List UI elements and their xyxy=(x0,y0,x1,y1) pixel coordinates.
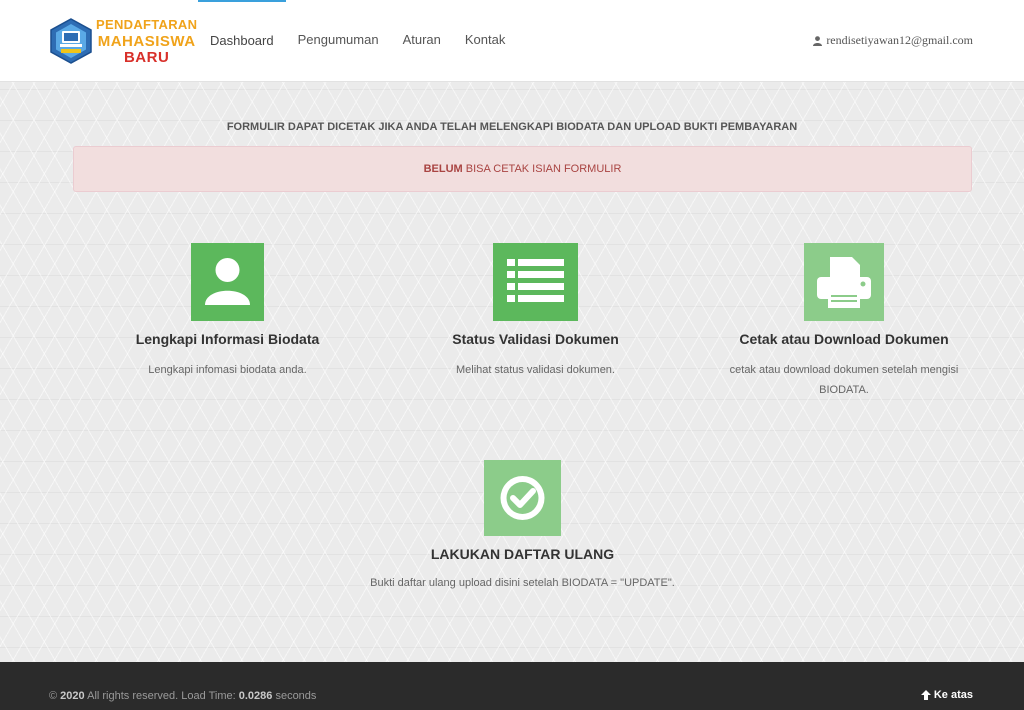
print-alert: BELUM BISA CETAK ISIAN FORMULIR xyxy=(73,146,972,192)
footer-year: 2020 xyxy=(60,690,85,702)
logo-line-2: MAHASISWA xyxy=(97,33,196,50)
check-circle-icon[interactable] xyxy=(484,460,561,536)
feature-biodata[interactable]: Lengkapi Informasi Biodata Lengkapi info… xyxy=(110,243,345,380)
feature-desc-line-2: BIODATA. xyxy=(819,384,869,396)
nav-pengumuman[interactable]: Pengumuman xyxy=(286,0,391,80)
copyright-symbol: © xyxy=(49,690,61,702)
feature-title: Lengkapi Informasi Biodata xyxy=(135,331,320,347)
feature-title: LAKUKAN DAFTAR ULANG xyxy=(430,546,615,562)
form-notice: FORMULIR DAPAT DICETAK JIKA ANDA TELAH M… xyxy=(226,121,798,133)
feature-desc: cetak atau download dokumen setelah meng… xyxy=(709,360,979,400)
footer-load-time: 0.0286 xyxy=(238,690,273,702)
alert-strong: BELUM xyxy=(423,163,463,175)
back-to-top-label: Ke atas xyxy=(933,689,973,701)
user-email: rendisetiyawan12@gmail.com xyxy=(826,33,973,47)
site-logo[interactable]: PENDAFTARAN MAHASISWA BARU xyxy=(48,16,197,66)
feature-desc-line-1: cetak atau download dokumen setelah meng… xyxy=(729,364,959,376)
user-menu[interactable]: rendisetiyawan12@gmail.com xyxy=(813,33,973,48)
back-to-top-link[interactable]: Ke atas xyxy=(920,689,973,701)
logo-line-3: BARU xyxy=(123,49,170,66)
feature-cetak-dokumen[interactable]: Cetak atau Download Dokumen cetak atau d… xyxy=(709,243,979,400)
feature-title: Status Validasi Dokumen xyxy=(452,331,619,347)
footer: © 2020 All rights reserved. Load Time: 0… xyxy=(0,662,1024,710)
feature-desc: Bukti daftar ulang upload disini setelah… xyxy=(370,577,675,589)
user-icon xyxy=(813,35,823,46)
logo-line-1: PENDAFTARAN xyxy=(96,17,198,32)
feature-title: Cetak atau Download Dokumen xyxy=(739,331,949,347)
feature-status-validasi[interactable]: Status Validasi Dokumen Melihat status v… xyxy=(418,243,653,380)
navbar: PENDAFTARAN MAHASISWA BARU Dashboard Pen… xyxy=(0,0,1024,82)
footer-copyright: © 2020 All rights reserved. Load Time: 0… xyxy=(49,690,316,702)
nav-dashboard[interactable]: Dashboard xyxy=(198,0,286,80)
user-icon[interactable] xyxy=(191,243,264,321)
main-nav: Dashboard Pengumuman Aturan Kontak xyxy=(198,0,517,81)
print-icon[interactable] xyxy=(804,243,884,321)
nav-kontak[interactable]: Kontak xyxy=(453,0,517,80)
alert-text: BISA CETAK ISIAN FORMULIR xyxy=(462,163,622,175)
university-emblem-icon xyxy=(50,18,92,64)
nav-aturan[interactable]: Aturan xyxy=(391,0,453,80)
feature-desc: Melihat status validasi dokumen. xyxy=(456,364,615,376)
feature-desc: Lengkapi infomasi biodata anda. xyxy=(148,364,307,376)
footer-seconds: seconds xyxy=(272,690,317,702)
footer-rights: All rights reserved. Load Time: xyxy=(84,690,239,702)
arrow-up-icon xyxy=(920,690,931,700)
feature-daftar-ulang[interactable]: LAKUKAN DAFTAR ULANG Bukti daftar ulang … xyxy=(330,460,715,593)
list-icon[interactable] xyxy=(493,243,578,321)
